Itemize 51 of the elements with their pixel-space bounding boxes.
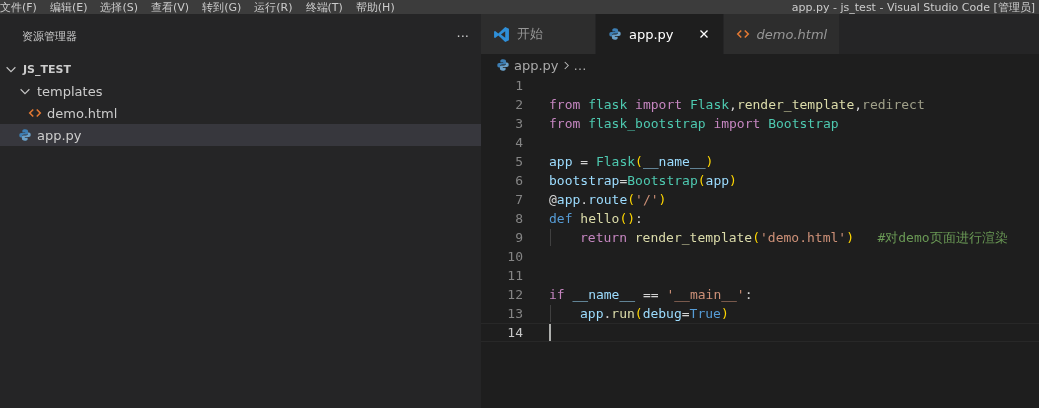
- menu-item[interactable]: 查看(V): [151, 1, 190, 14]
- line-number: 3: [514, 116, 523, 131]
- menu-item[interactable]: 文件(F): [0, 1, 37, 14]
- editor-tab[interactable]: 开始: [481, 14, 596, 54]
- vscode-logo-icon: [493, 25, 510, 43]
- line-number: 14: [506, 325, 523, 340]
- line-number: 4: [514, 135, 523, 150]
- code-brackets-icon: [28, 106, 42, 120]
- code-line: return render_template('demo.html') #对demo页面进行渲染: [580, 228, 1008, 247]
- line-number: 13: [506, 306, 523, 321]
- line-number: 11: [506, 268, 523, 283]
- tree-item[interactable]: demo.html: [0, 102, 481, 124]
- editor-tab[interactable]: app.py: [596, 14, 724, 54]
- more-actions-button[interactable]: ···: [452, 28, 473, 44]
- explorer-title: 资源管理器: [22, 28, 77, 44]
- menu-item[interactable]: 选择(S): [100, 1, 139, 14]
- line-number: 6: [514, 173, 523, 188]
- menu-item[interactable]: 帮助(H): [355, 1, 395, 14]
- breadcrumb-item[interactable]: app.py: [514, 57, 559, 73]
- line-number: 12: [506, 287, 523, 302]
- chevron-right-icon: [562, 59, 570, 71]
- tree-item[interactable]: app.py: [0, 124, 481, 146]
- text-cursor: [549, 324, 551, 341]
- code-line: if __name__ == '__main__':: [549, 287, 753, 302]
- code-brackets-icon: [735, 27, 750, 41]
- python-icon: [608, 27, 622, 41]
- code-line: from flask_bootstrap import Bootstrap: [549, 116, 839, 131]
- menu-item[interactable]: 转到(G): [202, 1, 242, 14]
- tree-item[interactable]: templates: [0, 80, 481, 102]
- code-line: app = Flask(__name__): [549, 154, 714, 169]
- line-number: 9: [514, 230, 523, 245]
- code-line: app.run(debug=True): [580, 306, 729, 321]
- line-number: 2: [514, 97, 523, 112]
- code-line: bootstrap=Bootstrap(app): [549, 173, 737, 188]
- code-line: from flask import Flask,render_template,redirect: [549, 97, 925, 112]
- line-number: 10: [506, 249, 523, 264]
- line-number: 7: [514, 192, 523, 207]
- python-icon: [18, 128, 32, 142]
- line-number: 5: [514, 154, 523, 169]
- menu-item[interactable]: 编辑(E): [49, 1, 88, 14]
- menu-item[interactable]: 终端(T): [305, 1, 343, 14]
- breadcrumb-item[interactable]: …: [573, 57, 587, 73]
- tree-item[interactable]: JS_TEST: [0, 58, 481, 80]
- window-title: app.py - js_test - Visual Studio Code [管理员]: [791, 1, 1036, 14]
- line-number: 8: [514, 211, 523, 226]
- editor-tab[interactable]: demo.html: [723, 14, 841, 54]
- python-icon: [496, 58, 510, 72]
- code-line: def hello():: [549, 211, 643, 226]
- line-number: 1: [514, 78, 523, 93]
- menu-item[interactable]: 运行(R): [254, 1, 293, 14]
- code-line: @app.route('/'): [549, 192, 667, 207]
